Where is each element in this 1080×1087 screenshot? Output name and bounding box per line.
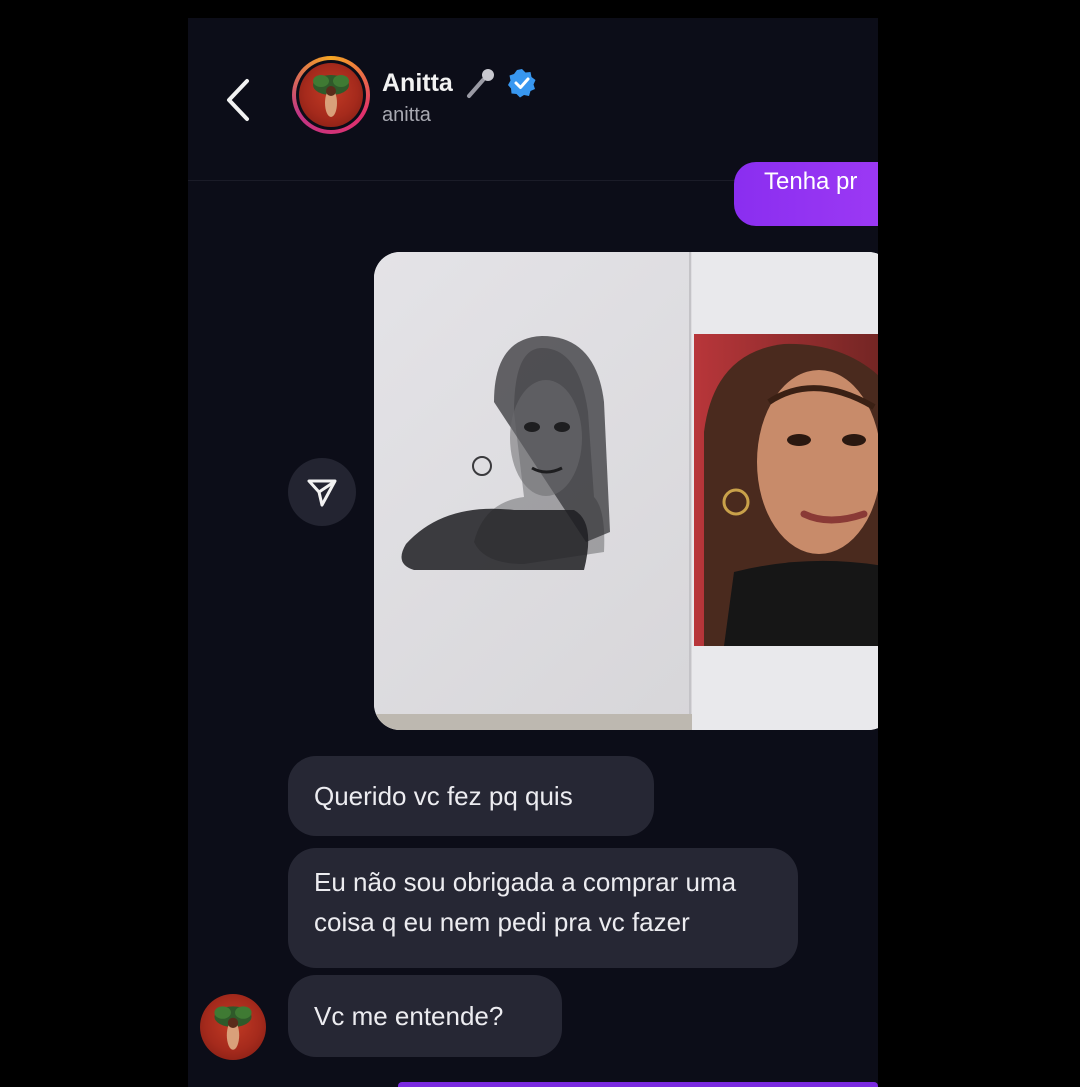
contact-name: Anitta	[382, 68, 453, 97]
received-message-bubble[interactable]: Vc me entende?	[288, 975, 562, 1057]
back-button[interactable]	[218, 72, 258, 128]
sent-message-text: Tenha pr	[764, 168, 858, 195]
send-icon	[307, 479, 337, 507]
photo-image	[374, 252, 878, 730]
message-text: Eu não sou obrigada a comprar uma coisa …	[314, 867, 737, 937]
avatar	[299, 63, 363, 127]
chevron-left-icon	[227, 79, 249, 121]
profile-avatar[interactable]	[292, 56, 370, 134]
sent-message-bubble[interactable]: Tenha pr	[734, 162, 878, 226]
shared-photo[interactable]	[374, 252, 878, 730]
chat-header: Anitta anitta	[188, 18, 878, 181]
microphone-icon	[466, 69, 494, 98]
verified-badge-icon	[507, 69, 536, 98]
share-button[interactable]	[288, 458, 356, 526]
received-message-bubble[interactable]: Querido vc fez pq quis	[288, 756, 654, 836]
message-text: Querido vc fez pq quis	[314, 781, 573, 811]
message-text: Vc me entende?	[314, 1001, 504, 1031]
sent-message-bubble	[398, 1082, 878, 1087]
avatar[interactable]	[200, 994, 266, 1060]
contact-username: anitta	[382, 104, 431, 126]
received-message-bubble[interactable]: Eu não sou obrigada a comprar uma coisa …	[288, 848, 798, 968]
name-row[interactable]: Anitta	[382, 66, 537, 100]
dm-screen: Anitta anitta Tenha pr Querido vc fez pq…	[188, 18, 878, 1087]
